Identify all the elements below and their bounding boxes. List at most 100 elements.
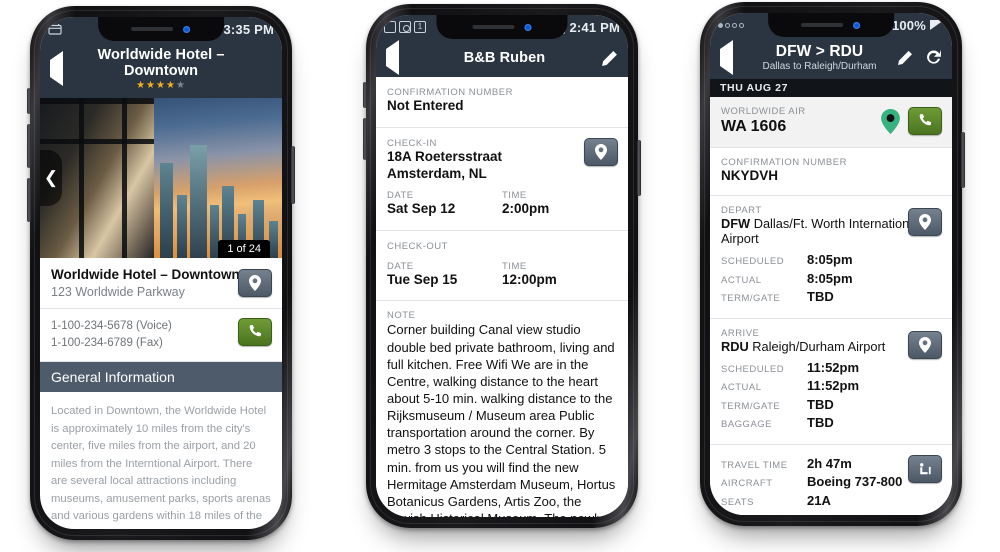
status-left-icons-2 bbox=[384, 21, 426, 33]
bnb-nav-bar: B&B Ruben bbox=[376, 39, 628, 77]
hotel-photo[interactable]: ❮ 1 of 24 bbox=[40, 97, 282, 258]
chevron-left-icon[interactable]: ❮ bbox=[40, 149, 62, 206]
front-camera-2 bbox=[524, 23, 532, 31]
status-time: 3:35 PM bbox=[223, 21, 274, 37]
bnb-checkin-address-2: Amsterdam, NL bbox=[387, 165, 487, 181]
map-pin-icon[interactable] bbox=[238, 268, 272, 297]
row-label: TERM/GATE bbox=[721, 400, 781, 412]
bnb-checkout-time-label: TIME bbox=[502, 260, 527, 272]
flight-depart-card[interactable]: DEPART DFW Dallas/Ft. Worth Internationa… bbox=[710, 196, 952, 320]
bnb-checkout-time-value: 12:00pm bbox=[502, 271, 557, 287]
volume-up-button[interactable] bbox=[27, 88, 31, 114]
power-button-2[interactable] bbox=[637, 140, 641, 196]
mute-switch-button[interactable] bbox=[27, 178, 31, 222]
bnb-checkin-date-label: DATE bbox=[387, 189, 414, 201]
bnb-checkin-address-1: 18A Roetersstraat bbox=[387, 148, 503, 164]
bnb-checkin-card[interactable]: CHECK-IN 18A Roetersstraat Amsterdam, NL… bbox=[376, 127, 628, 231]
row-value: Boeing 737-800 bbox=[807, 474, 903, 490]
hotel-nav-bar: Worldwide Hotel – Downtown ★★★★★ bbox=[40, 41, 282, 98]
flight-nav-bar: DFW > RDU Dallas to Raleigh/Durham bbox=[710, 37, 952, 79]
row-value: TBD bbox=[807, 288, 834, 304]
bnb-checkout-card[interactable]: CHECK-OUT DATE Tue Sep 15 TIME 12:00pm bbox=[376, 230, 628, 302]
status-time-2: 2:41 PM bbox=[569, 19, 620, 35]
flight-confirmation-card[interactable]: CONFIRMATION NUMBER NKYDVH bbox=[710, 147, 952, 197]
hotel-paragraph-1: Located in Downtown, the Worldwide Hotel… bbox=[51, 405, 271, 529]
phone-handset-icon-3[interactable] bbox=[908, 106, 942, 135]
bnb-confirmation-card[interactable]: CONFIRMATION NUMBER Not Entered bbox=[376, 77, 628, 128]
hotel-summary-card[interactable]: Worldwide Hotel – Downtown 123 Worldwide… bbox=[40, 257, 282, 309]
refresh-icon[interactable] bbox=[925, 49, 942, 66]
phone-hotel: 3:35 PM Worldwide Hotel – Downtown ★★★★★ bbox=[27, 6, 295, 540]
flight-arrive-airport: Raleigh/Durham Airport bbox=[752, 339, 886, 355]
row-value: TBD bbox=[807, 414, 834, 430]
flight-confirmation-label: CONFIRMATION NUMBER bbox=[721, 156, 847, 168]
bnb-checkin-time-col: TIME 2:00pm bbox=[502, 190, 617, 218]
pencil-icon[interactable] bbox=[601, 50, 618, 67]
row-value: 11:52pm bbox=[807, 378, 860, 394]
hotel-star-rating: ★★★★★ bbox=[136, 80, 186, 92]
photo-skyline bbox=[149, 126, 282, 258]
bnb-nav-actions bbox=[601, 50, 618, 67]
flight-depart-rows: SCHEDULED 8:05pm ACTUAL 8:05pm TERM/GATE… bbox=[721, 252, 941, 305]
row-value: 21A bbox=[807, 492, 831, 508]
bnb-confirmation-label: CONFIRMATION NUMBER bbox=[387, 87, 513, 98]
flight-depart-airport: Dallas/Ft. Worth International Airport bbox=[721, 216, 920, 247]
battery-percent: 100% bbox=[891, 17, 926, 33]
pencil-icon-2[interactable] bbox=[897, 50, 913, 66]
row-label: SCHEDULED bbox=[721, 364, 785, 376]
flight-arrive-row-0: SCHEDULED 11:52pm bbox=[721, 360, 941, 376]
bnb-checkin-datetime: DATE Sat Sep 12 TIME 2:00pm bbox=[387, 190, 617, 218]
notch bbox=[98, 17, 224, 41]
signal-dots-icon bbox=[718, 22, 744, 28]
map-pin-icon-4[interactable] bbox=[908, 331, 942, 360]
bnb-checkout-date-label: DATE bbox=[387, 260, 414, 272]
bnb-checkout-datetime: DATE Tue Sep 15 TIME 12:00pm bbox=[387, 261, 617, 289]
phone-handset-icon[interactable] bbox=[238, 317, 272, 346]
flight-confirmation-value: NKYDVH bbox=[721, 167, 779, 183]
flight-date-strip: THU AUG 27 bbox=[710, 78, 952, 97]
calendar-icon bbox=[48, 24, 62, 35]
airline-seat-icon[interactable] bbox=[908, 455, 942, 484]
volume-up-button-2[interactable] bbox=[363, 82, 367, 108]
power-button[interactable] bbox=[291, 146, 295, 204]
volume-down-button-2[interactable] bbox=[363, 118, 367, 160]
flight-nav-actions bbox=[897, 49, 942, 66]
row-value: 11:52pm bbox=[807, 360, 860, 376]
flight-airline-card[interactable]: WORLDWIDE AIR WA 1606 bbox=[710, 96, 952, 148]
flight-depart-row-0: SCHEDULED 8:05pm bbox=[721, 252, 941, 268]
map-pin-icon-3[interactable] bbox=[908, 208, 942, 237]
bnb-checkin-date-value: Sat Sep 12 bbox=[387, 200, 456, 216]
chart-icon bbox=[384, 21, 396, 33]
earpiece-speaker-3 bbox=[801, 23, 844, 27]
bnb-checkout-date-value: Tue Sep 15 bbox=[387, 271, 458, 287]
flight-details-card[interactable]: TRAVEL TIME 2h 47m AIRCRAFT Boeing 737-8… bbox=[710, 445, 952, 515]
row-label: BAGGAGE bbox=[721, 418, 773, 430]
bnb-note-text: Corner building Canal view studio double… bbox=[387, 322, 616, 517]
power-button-3[interactable] bbox=[961, 132, 965, 188]
row-value: 8:05pm bbox=[807, 252, 853, 268]
row-value: 2h 47m bbox=[807, 456, 852, 472]
map-pin-marker-icon[interactable] bbox=[881, 108, 900, 139]
back-arrow-icon-3[interactable] bbox=[720, 39, 742, 75]
bnb-checkin-date-col: DATE Sat Sep 12 bbox=[387, 190, 502, 218]
bnb-checkin-time-value: 2:00pm bbox=[502, 200, 550, 216]
row-label: SEATS bbox=[721, 496, 754, 508]
hotel-phone-card[interactable]: 1-100-234-5678 (Voice) 1-100-234-6789 (F… bbox=[40, 308, 282, 363]
flight-arrive-row-2: TERM/GATE TBD bbox=[721, 397, 941, 413]
bnb-checkin-time-label: TIME bbox=[502, 189, 527, 201]
map-pin-icon-2[interactable] bbox=[584, 137, 618, 166]
row-label: AIRCRAFT bbox=[721, 478, 773, 490]
hotel-screen: 3:35 PM Worldwide Hotel – Downtown ★★★★★ bbox=[40, 17, 282, 529]
volume-down-button[interactable] bbox=[27, 124, 31, 168]
flight-nav-title-wrap: DFW > RDU Dallas to Raleigh/Durham bbox=[742, 43, 897, 73]
bnb-note-card[interactable]: NOTE Corner building Canal view studio d… bbox=[376, 301, 628, 517]
flight-depart-row-2: TERM/GATE TBD bbox=[721, 289, 941, 305]
page-title-2: B&B Ruben bbox=[463, 49, 546, 66]
back-arrow-icon-2[interactable] bbox=[386, 40, 408, 75]
flight-arrive-card[interactable]: ARRIVE RDU Raleigh/Durham Airport SCHEDU… bbox=[710, 319, 952, 446]
status-right-3: 100% bbox=[892, 18, 944, 33]
screenshot-root: 3:35 PM Worldwide Hotel – Downtown ★★★★★ bbox=[0, 0, 1000, 552]
hotel-nav-title-wrap: Worldwide Hotel – Downtown ★★★★★ bbox=[72, 47, 250, 92]
back-arrow-icon[interactable] bbox=[50, 51, 72, 87]
row-label: ACTUAL bbox=[721, 382, 762, 394]
